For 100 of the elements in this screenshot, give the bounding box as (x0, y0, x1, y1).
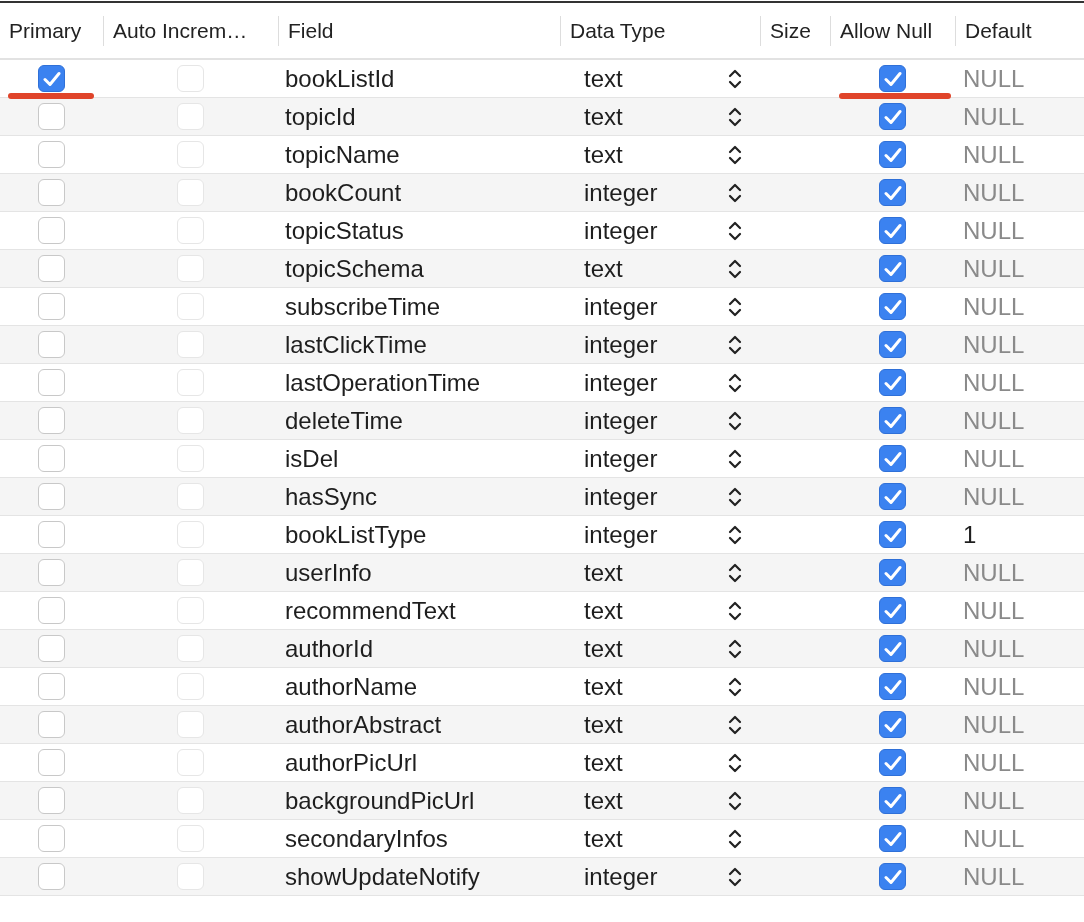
stepper-icon[interactable] (728, 409, 742, 432)
default-value: NULL (962, 710, 1025, 739)
stepper-icon[interactable] (728, 789, 742, 812)
field-name: authorId (284, 634, 374, 663)
primary-checkbox[interactable] (38, 369, 65, 396)
default-value: NULL (962, 672, 1025, 701)
default-value: NULL (962, 64, 1025, 93)
primary-checkbox[interactable] (38, 179, 65, 206)
field-name: showUpdateNotify (284, 862, 480, 891)
primary-checkbox[interactable] (38, 787, 65, 814)
stepper-icon[interactable] (728, 257, 742, 280)
default-value: NULL (962, 330, 1025, 359)
primary-checkbox[interactable] (38, 635, 65, 662)
default-value: NULL (962, 748, 1025, 777)
column-header[interactable]: Allow Null (830, 15, 955, 46)
allow-null-checkbox[interactable] (879, 787, 906, 814)
primary-checkbox[interactable] (38, 673, 65, 700)
default-value: NULL (962, 292, 1025, 321)
allow-null-checkbox[interactable] (879, 559, 906, 586)
primary-checkbox[interactable] (38, 597, 65, 624)
stepper-icon[interactable] (728, 751, 742, 774)
primary-checkbox[interactable] (38, 445, 65, 472)
field-name: bookListType (284, 520, 427, 549)
stepper-icon[interactable] (728, 295, 742, 318)
allow-null-checkbox[interactable] (879, 407, 906, 434)
data-type: text (583, 64, 623, 93)
column-header[interactable]: Primary (0, 15, 103, 46)
stepper-icon[interactable] (728, 105, 742, 128)
allow-null-checkbox[interactable] (879, 597, 906, 624)
primary-checkbox[interactable] (38, 521, 65, 548)
allow-null-checkbox[interactable] (879, 863, 906, 890)
stepper-icon[interactable] (728, 143, 742, 166)
allow-null-checkbox[interactable] (879, 293, 906, 320)
primary-checkbox[interactable] (38, 255, 65, 282)
allow-null-checkbox[interactable] (879, 483, 906, 510)
stepper-icon[interactable] (728, 599, 742, 622)
primary-checkbox[interactable] (38, 749, 65, 776)
default-value: NULL (962, 558, 1025, 587)
allow-null-checkbox[interactable] (879, 673, 906, 700)
data-type: integer (583, 368, 658, 397)
data-type: integer (583, 862, 658, 891)
stepper-icon[interactable] (728, 219, 742, 242)
checkmark-icon (883, 336, 902, 353)
column-header[interactable]: Auto Increm… (103, 15, 278, 46)
allow-null-checkbox[interactable] (879, 255, 906, 282)
stepper-icon[interactable] (728, 713, 742, 736)
primary-checkbox[interactable] (38, 141, 65, 168)
stepper-icon[interactable] (728, 333, 742, 356)
allow-null-checkbox[interactable] (879, 103, 906, 130)
stepper-icon[interactable] (728, 827, 742, 850)
primary-checkbox[interactable] (38, 711, 65, 738)
field-name: userInfo (284, 558, 372, 587)
primary-checkbox[interactable] (38, 65, 65, 92)
stepper-icon[interactable] (728, 637, 742, 660)
primary-checkbox[interactable] (38, 483, 65, 510)
allow-null-checkbox[interactable] (879, 749, 906, 776)
stepper-icon[interactable] (728, 561, 742, 584)
primary-checkbox[interactable] (38, 103, 65, 130)
stepper-icon[interactable] (728, 67, 742, 90)
column-header[interactable]: Field (278, 15, 560, 46)
checkmark-icon (883, 754, 902, 771)
checkmark-icon (883, 70, 902, 87)
allow-null-checkbox[interactable] (879, 521, 906, 548)
allow-null-checkbox[interactable] (879, 141, 906, 168)
primary-checkbox[interactable] (38, 331, 65, 358)
primary-checkbox[interactable] (38, 825, 65, 852)
data-type: text (583, 672, 623, 701)
primary-checkbox[interactable] (38, 293, 65, 320)
data-type: text (583, 824, 623, 853)
primary-checkbox[interactable] (38, 217, 65, 244)
stepper-icon[interactable] (728, 181, 742, 204)
stepper-icon[interactable] (728, 371, 742, 394)
column-header[interactable]: Size (760, 15, 830, 46)
allow-null-checkbox[interactable] (879, 331, 906, 358)
default-value: 1 (962, 520, 977, 549)
data-type: text (583, 634, 623, 663)
allow-null-checkbox[interactable] (879, 217, 906, 244)
column-header[interactable]: Default (955, 15, 1084, 46)
default-value: NULL (962, 368, 1025, 397)
allow-null-checkbox[interactable] (879, 825, 906, 852)
allow-null-checkbox[interactable] (879, 445, 906, 472)
allow-null-checkbox[interactable] (879, 369, 906, 396)
column-header[interactable]: Data Type (560, 15, 760, 46)
primary-checkbox[interactable] (38, 407, 65, 434)
stepper-icon[interactable] (728, 865, 742, 888)
allow-null-checkbox[interactable] (879, 65, 906, 92)
stepper-icon[interactable] (728, 485, 742, 508)
primary-checkbox[interactable] (38, 863, 65, 890)
default-value: NULL (962, 178, 1025, 207)
data-type: text (583, 254, 623, 283)
allow-null-checkbox[interactable] (879, 179, 906, 206)
stepper-icon[interactable] (728, 447, 742, 470)
field-name: authorName (284, 672, 418, 701)
allow-null-checkbox[interactable] (879, 711, 906, 738)
stepper-icon[interactable] (728, 675, 742, 698)
data-type: text (583, 102, 623, 131)
primary-checkbox[interactable] (38, 559, 65, 586)
stepper-icon[interactable] (728, 523, 742, 546)
field-name: topicName (284, 140, 400, 169)
allow-null-checkbox[interactable] (879, 635, 906, 662)
